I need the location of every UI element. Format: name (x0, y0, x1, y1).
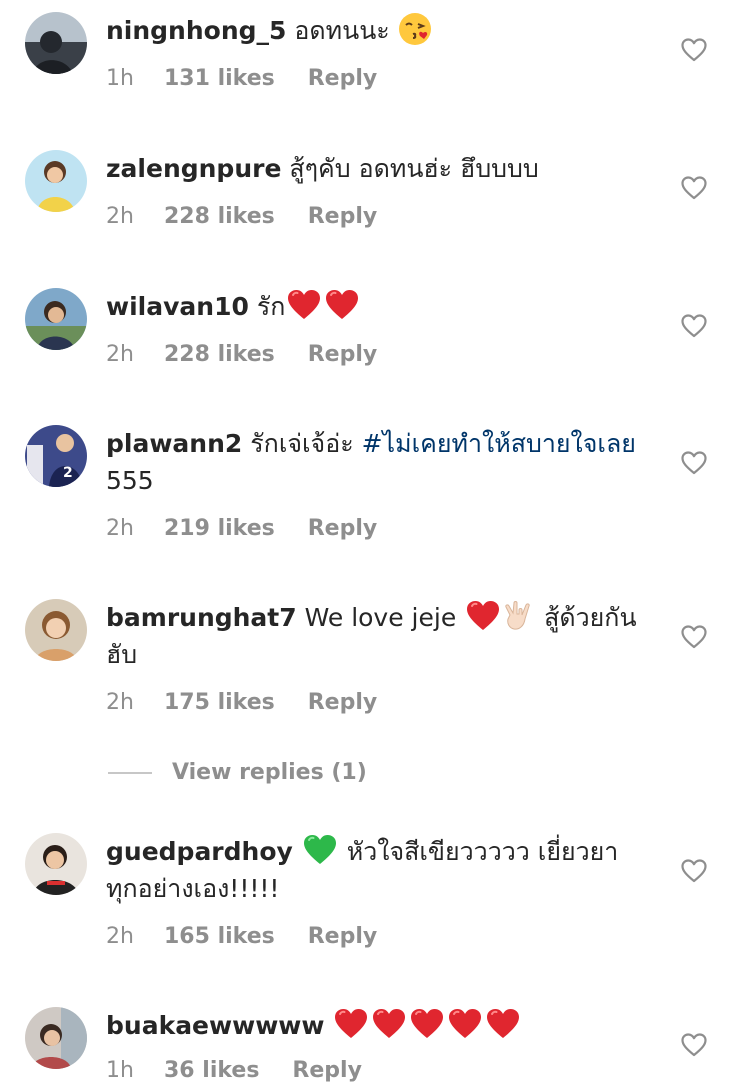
timestamp: 2h (106, 342, 134, 367)
username[interactable]: wilavan10 (106, 292, 249, 321)
avatar[interactable] (25, 599, 87, 661)
svg-text:2: 2 (63, 465, 73, 481)
comment-body: อดทนนะ (294, 16, 390, 45)
timestamp: 2h (106, 690, 134, 715)
likes-count[interactable]: 219 likes (164, 516, 275, 541)
comment-body: We love jeje (304, 603, 457, 632)
reply-button[interactable]: Reply (308, 516, 378, 541)
heart-outline-icon[interactable] (681, 1033, 707, 1057)
red-heart-emoji (410, 1008, 444, 1040)
heart-outline-icon[interactable] (681, 625, 707, 649)
love-you-gesture-emoji (505, 601, 530, 630)
reply-button[interactable]: Reply (308, 690, 378, 715)
red-heart-emoji (372, 1008, 406, 1040)
username[interactable]: bamrunghat7 (106, 603, 297, 632)
divider (108, 771, 152, 774)
comment-meta: 2h 228 likes Reply (106, 204, 377, 229)
timestamp: 2h (106, 516, 134, 541)
comment-text: wilavan10 รัก (106, 288, 646, 325)
comment-meta: 2h 175 likes Reply (106, 690, 377, 715)
username[interactable]: ningnhong_5 (106, 16, 286, 45)
heart-outline-icon[interactable] (681, 38, 707, 62)
comment-text: plawann2 รักเจ่เจ้อ่ะ #ไม่เคยทำให้สบายใจ… (106, 425, 646, 499)
avatar[interactable] (25, 1007, 87, 1069)
likes-count[interactable]: 175 likes (164, 690, 275, 715)
heart-outline-icon[interactable] (681, 859, 707, 883)
avatar[interactable]: 2 (25, 425, 87, 487)
red-heart-emoji (325, 289, 359, 321)
likes-count[interactable]: 131 likes (164, 66, 275, 91)
avatar[interactable] (25, 833, 87, 895)
likes-count[interactable]: 36 likes (164, 1058, 259, 1083)
view-replies-button[interactable]: View replies (1) (108, 760, 367, 785)
username[interactable]: guedpardhoy (106, 837, 293, 866)
timestamp: 2h (106, 204, 134, 229)
username[interactable]: zalengnpure (106, 154, 281, 183)
username[interactable]: buakaewwwww (106, 1011, 325, 1040)
comment-body: รักเจ่เจ้อ่ะ (250, 429, 354, 458)
reply-button[interactable]: Reply (308, 66, 378, 91)
heart-outline-icon[interactable] (681, 176, 707, 200)
likes-count[interactable]: 165 likes (164, 924, 275, 949)
avatar[interactable] (25, 288, 87, 350)
comment-body-after: 555 (106, 466, 154, 495)
comment-body: สู้ๆคับ อดทนฮ่ะ ฮึบบบบ (289, 154, 539, 183)
avatar[interactable] (25, 12, 87, 74)
comment-text: buakaewwwww (106, 1007, 646, 1044)
comment-text: ningnhong_5 อดทนนะ (106, 12, 646, 49)
comment-meta: 1h 36 likes Reply (106, 1058, 362, 1083)
red-heart-emoji (466, 600, 500, 632)
red-heart-emoji (334, 1008, 368, 1040)
red-heart-emoji (287, 289, 321, 321)
comment-meta: 1h 131 likes Reply (106, 66, 377, 91)
timestamp: 1h (106, 66, 134, 91)
avatar[interactable] (25, 150, 87, 212)
likes-count[interactable]: 228 likes (164, 204, 275, 229)
face-blowing-kiss-emoji (398, 13, 431, 45)
view-replies-label: View replies (1) (172, 760, 367, 785)
reply-button[interactable]: Reply (308, 204, 378, 229)
comment-meta: 2h 219 likes Reply (106, 516, 377, 541)
timestamp: 1h (106, 1058, 134, 1083)
username[interactable]: plawann2 (106, 429, 242, 458)
timestamp: 2h (106, 924, 134, 949)
red-heart-emoji (486, 1008, 520, 1040)
reply-button[interactable]: Reply (308, 924, 378, 949)
heart-outline-icon[interactable] (681, 451, 707, 475)
green-heart-emoji (303, 834, 337, 866)
hashtag-link[interactable]: #ไม่เคยทำให้สบายใจเลย (362, 429, 636, 458)
comment-text: bamrunghat7 We love jeje สู้ด้วยกันฮับ (106, 599, 646, 673)
likes-count[interactable]: 228 likes (164, 342, 275, 367)
reply-button[interactable]: Reply (308, 342, 378, 367)
comment-text: zalengnpure สู้ๆคับ อดทนฮ่ะ ฮึบบบบ (106, 150, 646, 187)
comment-body: รัก (256, 292, 286, 321)
comment-meta: 2h 228 likes Reply (106, 342, 377, 367)
heart-outline-icon[interactable] (681, 314, 707, 338)
comment-meta: 2h 165 likes Reply (106, 924, 377, 949)
reply-button[interactable]: Reply (292, 1058, 362, 1083)
red-heart-emoji (448, 1008, 482, 1040)
comment-text: guedpardhoy หัวใจสีเขียววววว เยี่ยวยาทุก… (106, 833, 646, 907)
